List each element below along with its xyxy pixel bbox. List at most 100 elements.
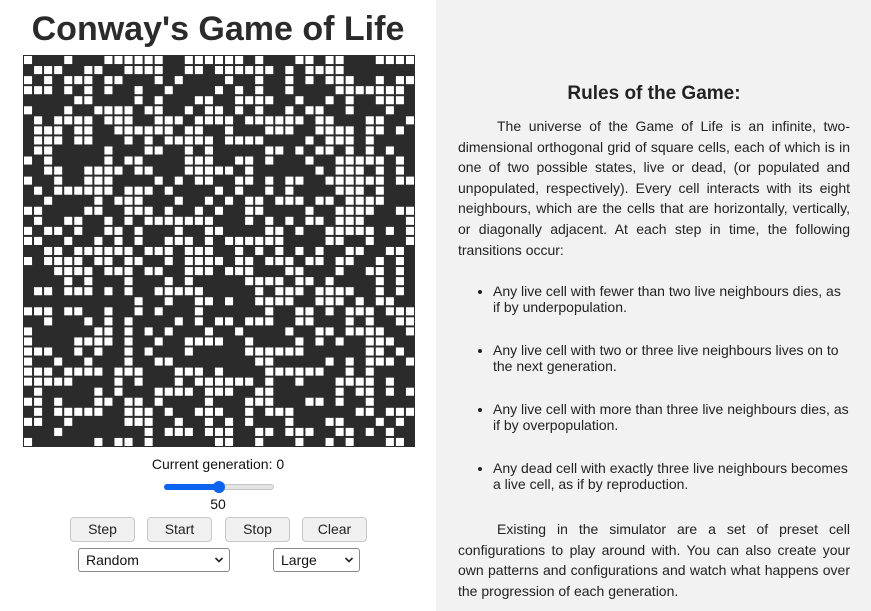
live-cell[interactable] <box>315 146 324 155</box>
live-cell[interactable] <box>395 257 404 266</box>
live-cell[interactable] <box>44 367 53 376</box>
live-cell[interactable] <box>154 116 163 125</box>
live-cell[interactable] <box>94 407 103 416</box>
live-cell[interactable] <box>295 246 304 256</box>
live-cell[interactable] <box>295 56 304 65</box>
live-cell[interactable] <box>174 226 183 235</box>
live-cell[interactable] <box>365 206 374 215</box>
live-cell[interactable] <box>124 437 133 446</box>
live-cell[interactable] <box>335 176 344 185</box>
live-cell[interactable] <box>184 156 193 165</box>
live-cell[interactable] <box>355 156 364 165</box>
live-cell[interactable] <box>214 257 224 266</box>
live-cell[interactable] <box>74 287 83 296</box>
live-cell[interactable] <box>365 377 374 386</box>
live-cell[interactable] <box>34 186 43 195</box>
live-cell[interactable] <box>265 186 274 195</box>
live-cell[interactable] <box>365 226 374 235</box>
live-cell[interactable] <box>164 186 173 195</box>
live-cell[interactable] <box>245 417 254 426</box>
live-cell[interactable] <box>184 387 193 396</box>
live-cell[interactable] <box>124 196 133 205</box>
live-cell[interactable] <box>24 377 33 386</box>
live-cell[interactable] <box>154 66 163 75</box>
live-cell[interactable] <box>245 116 254 125</box>
live-cell[interactable] <box>134 196 143 205</box>
live-cell[interactable] <box>365 116 374 125</box>
live-cell[interactable] <box>305 367 314 376</box>
live-cell[interactable] <box>154 357 163 366</box>
live-cell[interactable] <box>54 377 63 386</box>
live-cell[interactable] <box>225 66 234 75</box>
live-cell[interactable] <box>64 407 73 416</box>
live-cell[interactable] <box>84 317 93 326</box>
live-cell[interactable] <box>345 307 354 316</box>
live-cell[interactable] <box>305 317 314 326</box>
live-cell[interactable] <box>375 176 384 185</box>
live-cell[interactable] <box>355 86 364 95</box>
live-cell[interactable] <box>395 347 404 356</box>
live-cell[interactable] <box>285 176 294 185</box>
live-cell[interactable] <box>265 116 274 125</box>
live-cell[interactable] <box>194 96 203 105</box>
life-grid[interactable] <box>23 55 415 447</box>
live-cell[interactable] <box>144 106 153 115</box>
live-cell[interactable] <box>154 307 163 316</box>
live-cell[interactable] <box>114 166 123 175</box>
live-cell[interactable] <box>54 427 63 436</box>
live-cell[interactable] <box>405 357 414 366</box>
live-cell[interactable] <box>365 196 374 205</box>
step-button[interactable]: Step <box>70 517 135 542</box>
live-cell[interactable] <box>134 367 143 376</box>
live-cell[interactable] <box>375 337 384 346</box>
live-cell[interactable] <box>235 257 244 266</box>
live-cell[interactable] <box>154 246 163 256</box>
live-cell[interactable] <box>335 156 344 165</box>
live-cell[interactable] <box>385 427 394 436</box>
live-cell[interactable] <box>295 377 304 386</box>
live-cell[interactable] <box>345 226 354 235</box>
live-cell[interactable] <box>355 186 364 195</box>
live-cell[interactable] <box>54 176 63 185</box>
live-cell[interactable] <box>265 297 274 306</box>
live-cell[interactable] <box>44 66 53 75</box>
live-cell[interactable] <box>164 427 173 436</box>
live-cell[interactable] <box>164 407 173 416</box>
live-cell[interactable] <box>154 106 163 115</box>
live-cell[interactable] <box>184 427 193 436</box>
live-cell[interactable] <box>214 407 224 416</box>
live-cell[interactable] <box>375 347 384 356</box>
live-cell[interactable] <box>134 56 143 65</box>
live-cell[interactable] <box>385 106 394 115</box>
live-cell[interactable] <box>124 56 133 65</box>
live-cell[interactable] <box>194 56 203 65</box>
live-cell[interactable] <box>345 96 354 105</box>
live-cell[interactable] <box>114 437 123 446</box>
live-cell[interactable] <box>74 116 83 125</box>
live-cell[interactable] <box>275 257 284 266</box>
live-cell[interactable] <box>265 176 274 185</box>
live-cell[interactable] <box>24 236 33 245</box>
live-cell[interactable] <box>134 257 143 266</box>
live-cell[interactable] <box>214 377 224 386</box>
live-cell[interactable] <box>365 397 374 406</box>
live-cell[interactable] <box>355 196 364 205</box>
live-cell[interactable] <box>375 116 384 125</box>
live-cell[interactable] <box>74 407 83 416</box>
live-cell[interactable] <box>235 66 244 75</box>
live-cell[interactable] <box>54 397 63 406</box>
live-cell[interactable] <box>225 297 234 306</box>
live-cell[interactable] <box>54 66 63 75</box>
live-cell[interactable] <box>365 427 374 436</box>
live-cell[interactable] <box>24 367 33 376</box>
live-cell[interactable] <box>44 86 53 95</box>
live-cell[interactable] <box>405 216 414 225</box>
live-cell[interactable] <box>144 166 153 175</box>
live-cell[interactable] <box>355 297 364 306</box>
live-cell[interactable] <box>265 427 274 436</box>
live-cell[interactable] <box>164 236 173 245</box>
live-cell[interactable] <box>104 307 113 316</box>
live-cell[interactable] <box>194 116 203 125</box>
live-cell[interactable] <box>345 377 354 386</box>
live-cell[interactable] <box>385 297 394 306</box>
